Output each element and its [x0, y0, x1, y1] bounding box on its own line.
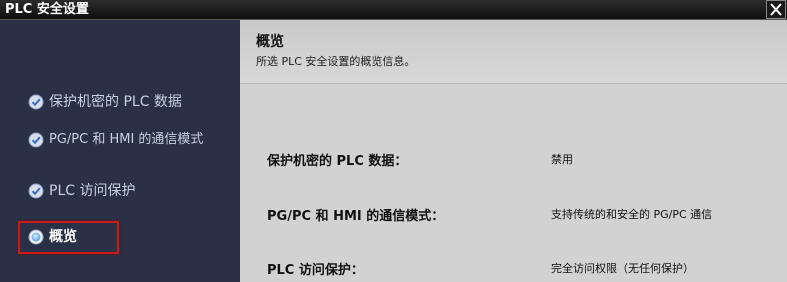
window-title: PLC 安全设置 [5, 2, 89, 17]
page-subtitle: 所选 PLC 安全设置的概览信息。 [256, 55, 416, 68]
summary-value-access-protection: 完全访问权限（无任何保护） [551, 262, 694, 275]
active-step-highlight [18, 221, 119, 254]
sidebar-item-communication-mode[interactable]: PG/PC 和 HMI 的通信模式 [28, 132, 228, 148]
close-icon[interactable] [766, 0, 786, 19]
window-titlebar: PLC 安全设置 [0, 0, 787, 20]
summary-label-access-protection: PLC 访问保护： [267, 263, 364, 278]
check-circle-icon [28, 132, 44, 148]
sidebar-item-label: PG/PC 和 HMI 的通信模式 [49, 132, 204, 147]
sidebar-item-label: 保护机密的 PLC 数据 [49, 94, 182, 110]
sidebar-item-access-protection[interactable]: PLC 访问保护 [28, 183, 135, 199]
summary-panel: 保护机密的 PLC 数据： 禁用 PG/PC 和 HMI 的通信模式： 支持传统… [240, 84, 787, 282]
check-circle-icon [28, 94, 44, 110]
summary-value-communication-mode: 支持传统的和安全的 PG/PC 通信 [551, 208, 713, 221]
summary-label-confidential-data: 保护机密的 PLC 数据： [267, 154, 408, 169]
check-circle-icon [28, 183, 44, 199]
page-title: 概览 [256, 34, 284, 50]
page-header: 概览 所选 PLC 安全设置的概览信息。 [240, 20, 787, 84]
wizard-sidebar: 保护机密的 PLC 数据 PG/PC 和 HMI 的通信模式 PLC 访问保护 … [0, 20, 240, 282]
sidebar-item-confidential-data[interactable]: 保护机密的 PLC 数据 [28, 94, 182, 110]
summary-label-communication-mode: PG/PC 和 HMI 的通信模式： [267, 209, 445, 224]
summary-value-confidential-data: 禁用 [551, 153, 573, 166]
sidebar-item-label: PLC 访问保护 [49, 183, 136, 199]
